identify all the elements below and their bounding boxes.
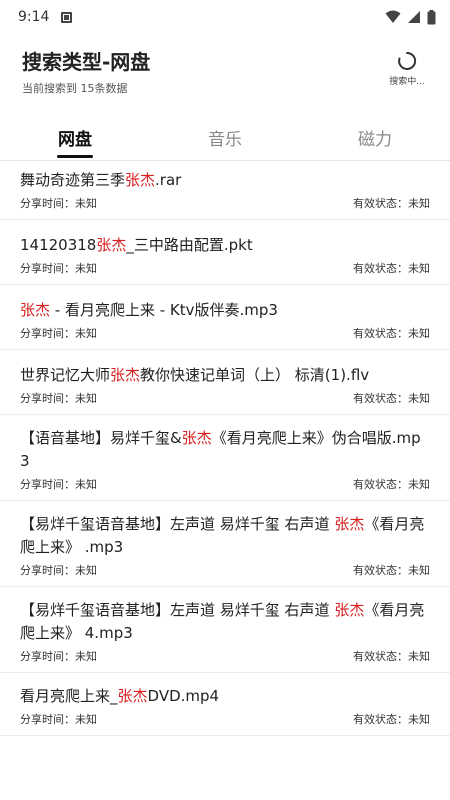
keyword-highlight: 张杰 [117,687,148,705]
loading-spinner-icon [398,51,417,70]
item-title: 14120318张杰_三中路由配置.pkt [20,236,253,254]
share-time: 分享时间：未知 [20,478,97,491]
valid-status: 有效状态：未知 [353,327,430,340]
list-item[interactable]: 14120318张杰_三中路由配置.pkt 分享时间：未知 有效状态：未知 [0,220,450,285]
item-title: 舞动奇迹第三季张杰.rar [20,171,182,189]
share-time: 分享时间：未知 [20,713,97,726]
list-item[interactable]: 舞动奇迹第三季张杰.rar 分享时间：未知 有效状态：未知 [0,161,450,220]
status-bar: 9:14 [0,0,450,34]
searching-indicator[interactable]: 搜索中... [382,50,432,87]
valid-status: 有效状态：未知 [353,197,430,210]
keyword-highlight: 张杰 [181,429,212,447]
cellular-icon [408,11,420,23]
list-item[interactable]: 【易烊千玺语音基地】左声道 易烊千玺 右声道 张杰《看月亮爬上来》 4.mp3 … [0,587,450,673]
share-time: 分享时间：未知 [20,262,97,275]
valid-status: 有效状态：未知 [353,478,430,491]
item-meta: 分享时间：未知 有效状态：未知 [20,564,430,578]
item-title: 【易烊千玺语音基地】左声道 易烊千玺 右声道 张杰《看月亮爬上来》 4.mp3 [20,601,425,642]
keyword-highlight: 张杰 [110,366,141,384]
keyword-highlight: 张杰 [96,236,127,254]
keyword-highlight: 张杰 [334,515,365,533]
item-title: 张杰 - 看月亮爬上来 - Ktv版伴奏.mp3 [20,301,278,319]
share-time: 分享时间：未知 [20,392,97,405]
keyword-highlight: 张杰 [125,171,156,189]
status-time: 9:14 [18,9,50,25]
page-title: 搜索类型-网盘 [22,50,151,74]
tab-magnet[interactable]: 磁力 [300,115,450,160]
share-time: 分享时间：未知 [20,564,97,577]
valid-status: 有效状态：未知 [353,262,430,275]
item-meta: 分享时间：未知 有效状态：未知 [20,262,430,276]
result-count: 当前搜索到 15条数据 [22,82,128,95]
item-meta: 分享时间：未知 有效状态：未知 [20,713,430,727]
result-list: 舞动奇迹第三季张杰.rar 分享时间：未知 有效状态：未知 14120318张杰… [0,161,450,800]
list-item[interactable]: 看月亮爬上来_张杰DVD.mp4 分享时间：未知 有效状态：未知 [0,673,450,736]
tab-music[interactable]: 音乐 [150,115,300,160]
status-icons [385,9,436,25]
list-item[interactable]: 【语音基地】易烊千玺&张杰《看月亮爬上来》伪合唱版.mp3 分享时间：未知 有效… [0,415,450,501]
app-header: 搜索类型-网盘 当前搜索到 15条数据 搜索中... [0,34,450,104]
list-item[interactable]: 张杰 - 看月亮爬上来 - Ktv版伴奏.mp3 分享时间：未知 有效状态：未知 [0,285,450,350]
battery-icon [427,9,436,24]
keyword-highlight: 张杰 [20,301,51,319]
wifi-icon [385,10,401,23]
item-meta: 分享时间：未知 有效状态：未知 [20,392,430,406]
tab-bar: 网盘 音乐 磁力 [0,115,450,161]
valid-status: 有效状态：未知 [353,713,430,726]
tab-netdisk[interactable]: 网盘 [0,115,150,160]
list-item[interactable]: 世界记忆大师张杰教你快速记单词（上） 标清(1).flv 分享时间：未知 有效状… [0,350,450,415]
item-title: 世界记忆大师张杰教你快速记单词（上） 标清(1).flv [20,366,370,384]
keyword-highlight: 张杰 [334,601,365,619]
valid-status: 有效状态：未知 [353,564,430,577]
share-time: 分享时间：未知 [20,650,97,663]
item-meta: 分享时间：未知 有效状态：未知 [20,327,430,341]
share-time: 分享时间：未知 [20,197,97,210]
item-title: 【易烊千玺语音基地】左声道 易烊千玺 右声道 张杰《看月亮爬上来》 .mp3 [20,515,425,556]
sd-card-icon [61,11,73,23]
valid-status: 有效状态：未知 [353,392,430,405]
item-meta: 分享时间：未知 有效状态：未知 [20,650,430,664]
item-meta: 分享时间：未知 有效状态：未知 [20,197,430,211]
item-title: 【语音基地】易烊千玺&张杰《看月亮爬上来》伪合唱版.mp3 [20,429,421,470]
item-title: 看月亮爬上来_张杰DVD.mp4 [20,687,220,705]
valid-status: 有效状态：未知 [353,650,430,663]
item-meta: 分享时间：未知 有效状态：未知 [20,478,430,492]
searching-label: 搜索中... [389,77,425,87]
list-item[interactable]: 【易烊千玺语音基地】左声道 易烊千玺 右声道 张杰《看月亮爬上来》 .mp3 分… [0,501,450,587]
share-time: 分享时间：未知 [20,327,97,340]
